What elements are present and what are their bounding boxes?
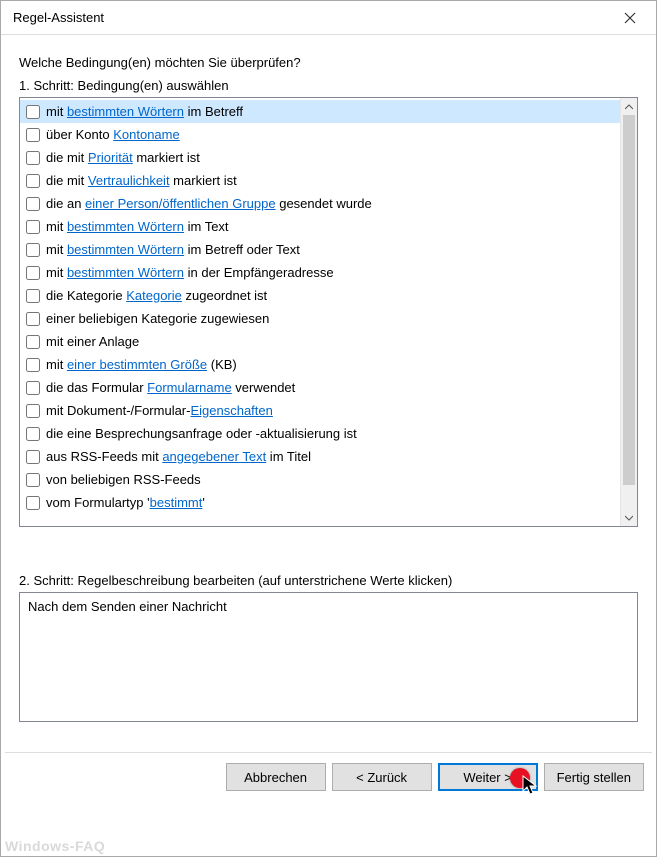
condition-row[interactable]: mit bestimmten Wörtern im Betreff: [20, 100, 620, 123]
condition-text: die mit Vertraulichkeit markiert ist: [46, 173, 237, 188]
condition-checkbox[interactable]: [26, 266, 40, 280]
condition-row[interactable]: mit einer Anlage: [20, 330, 620, 353]
condition-link[interactable]: einer Person/öffentlichen Gruppe: [85, 196, 276, 211]
condition-text: aus RSS-Feeds mit angegebener Text im Ti…: [46, 449, 311, 464]
condition-text: einer beliebigen Kategorie zugewiesen: [46, 311, 269, 326]
rule-description-text: Nach dem Senden einer Nachricht: [28, 599, 227, 614]
close-button[interactable]: [610, 4, 650, 32]
condition-link[interactable]: bestimmten Wörtern: [67, 104, 184, 119]
condition-row[interactable]: vom Formulartyp 'bestimmt': [20, 491, 620, 514]
next-button-label: Weiter >: [463, 770, 512, 785]
condition-row[interactable]: mit bestimmten Wörtern im Text: [20, 215, 620, 238]
step1-label: 1. Schritt: Bedingung(en) auswählen: [19, 78, 638, 93]
condition-row[interactable]: die das Formular Formularname verwendet: [20, 376, 620, 399]
condition-checkbox[interactable]: [26, 289, 40, 303]
scrollbar-thumb[interactable]: [623, 115, 635, 485]
chevron-up-icon: [625, 104, 633, 110]
condition-checkbox[interactable]: [26, 174, 40, 188]
rule-description-box[interactable]: Nach dem Senden einer Nachricht: [19, 592, 638, 722]
condition-text: mit einer Anlage: [46, 334, 139, 349]
condition-text: mit einer bestimmten Größe (KB): [46, 357, 237, 372]
conditions-listbox[interactable]: mit bestimmten Wörtern im Betreff über Ko…: [19, 97, 638, 527]
condition-checkbox[interactable]: [26, 151, 40, 165]
back-button[interactable]: < Zurück: [332, 763, 432, 791]
condition-link[interactable]: einer bestimmten Größe: [67, 357, 207, 372]
condition-text: mit Dokument-/Formular-Eigenschaften: [46, 403, 273, 418]
condition-row[interactable]: einer beliebigen Kategorie zugewiesen: [20, 307, 620, 330]
condition-text: mit bestimmten Wörtern im Betreff: [46, 104, 243, 119]
condition-row[interactable]: über Konto Kontoname: [20, 123, 620, 146]
condition-link[interactable]: Vertraulichkeit: [88, 173, 170, 188]
scrollbar-track[interactable]: [621, 485, 637, 509]
condition-row[interactable]: die mit Vertraulichkeit markiert ist: [20, 169, 620, 192]
condition-text: von beliebigen RSS-Feeds: [46, 472, 201, 487]
scroll-down-button[interactable]: [621, 509, 637, 526]
scrollbar[interactable]: [620, 98, 637, 526]
condition-link[interactable]: Formularname: [147, 380, 232, 395]
cancel-button[interactable]: Abbrechen: [226, 763, 326, 791]
condition-row[interactable]: mit bestimmten Wörtern im Betreff oder T…: [20, 238, 620, 261]
next-button[interactable]: Weiter >: [438, 763, 538, 791]
condition-checkbox[interactable]: [26, 427, 40, 441]
condition-link[interactable]: Kontoname: [113, 127, 180, 142]
condition-row[interactable]: mit Dokument-/Formular-Eigenschaften: [20, 399, 620, 422]
condition-checkbox[interactable]: [26, 312, 40, 326]
condition-text: mit bestimmten Wörtern im Betreff oder T…: [46, 242, 300, 257]
condition-checkbox[interactable]: [26, 496, 40, 510]
condition-link[interactable]: bestimmten Wörtern: [67, 219, 184, 234]
condition-text: die das Formular Formularname verwendet: [46, 380, 295, 395]
question-label: Welche Bedingung(en) möchten Sie überprü…: [19, 55, 638, 70]
condition-link[interactable]: Eigenschaften: [190, 403, 272, 418]
condition-text: über Konto Kontoname: [46, 127, 180, 142]
condition-checkbox[interactable]: [26, 358, 40, 372]
step2-label: 2. Schritt: Regelbeschreibung bearbeiten…: [19, 573, 638, 588]
condition-link[interactable]: bestimmt: [150, 495, 203, 510]
condition-checkbox[interactable]: [26, 450, 40, 464]
condition-text: vom Formulartyp 'bestimmt': [46, 495, 205, 510]
conditions-list: mit bestimmten Wörtern im Betreff über Ko…: [20, 98, 620, 526]
chevron-down-icon: [625, 515, 633, 521]
highlight-marker-icon: [510, 768, 530, 788]
condition-row[interactable]: die Kategorie Kategorie zugeordnet ist: [20, 284, 620, 307]
close-icon: [624, 12, 636, 24]
condition-row[interactable]: mit bestimmten Wörtern in der Empfängera…: [20, 261, 620, 284]
condition-checkbox[interactable]: [26, 243, 40, 257]
condition-row[interactable]: die mit Priorität markiert ist: [20, 146, 620, 169]
condition-link[interactable]: Kategorie: [126, 288, 182, 303]
condition-checkbox[interactable]: [26, 381, 40, 395]
titlebar: Regel-Assistent: [1, 1, 656, 35]
dialog-content: Welche Bedingung(en) möchten Sie überprü…: [1, 35, 656, 722]
condition-text: mit bestimmten Wörtern in der Empfängera…: [46, 265, 334, 280]
condition-checkbox[interactable]: [26, 335, 40, 349]
condition-link[interactable]: angegebener Text: [162, 449, 266, 464]
condition-row[interactable]: aus RSS-Feeds mit angegebener Text im Ti…: [20, 445, 620, 468]
condition-checkbox[interactable]: [26, 220, 40, 234]
condition-checkbox[interactable]: [26, 473, 40, 487]
scroll-up-button[interactable]: [621, 98, 637, 115]
condition-link[interactable]: bestimmten Wörtern: [67, 265, 184, 280]
button-bar: Abbrechen < Zurück Weiter > Fertig stell…: [1, 753, 656, 803]
condition-text: die an einer Person/öffentlichen Gruppe …: [46, 196, 372, 211]
watermark: Windows-FAQ: [5, 838, 105, 854]
condition-row[interactable]: die eine Besprechungsanfrage oder -aktua…: [20, 422, 620, 445]
condition-text: die Kategorie Kategorie zugeordnet ist: [46, 288, 267, 303]
condition-link[interactable]: bestimmten Wörtern: [67, 242, 184, 257]
condition-row[interactable]: mit einer bestimmten Größe (KB): [20, 353, 620, 376]
condition-row[interactable]: von beliebigen RSS-Feeds: [20, 468, 620, 491]
window-title: Regel-Assistent: [13, 10, 104, 25]
condition-row[interactable]: die an einer Person/öffentlichen Gruppe …: [20, 192, 620, 215]
condition-checkbox[interactable]: [26, 404, 40, 418]
condition-link[interactable]: Priorität: [88, 150, 133, 165]
condition-text: mit bestimmten Wörtern im Text: [46, 219, 229, 234]
condition-text: die eine Besprechungsanfrage oder -aktua…: [46, 426, 357, 441]
condition-checkbox[interactable]: [26, 197, 40, 211]
condition-checkbox[interactable]: [26, 128, 40, 142]
condition-text: die mit Priorität markiert ist: [46, 150, 200, 165]
cursor-icon: [522, 775, 540, 797]
finish-button[interactable]: Fertig stellen: [544, 763, 644, 791]
condition-checkbox[interactable]: [26, 105, 40, 119]
